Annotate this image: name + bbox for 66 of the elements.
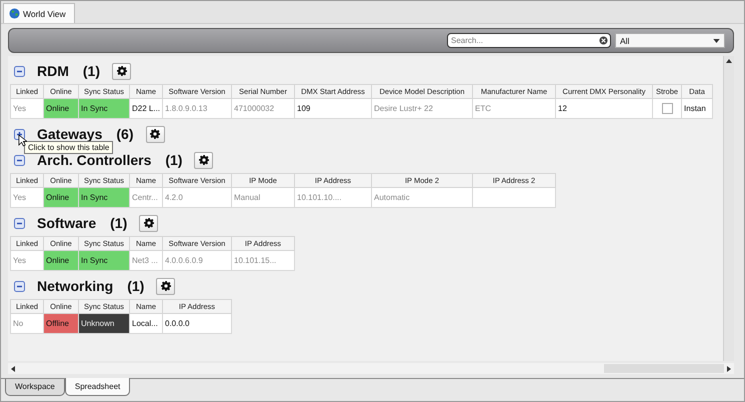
gear-icon	[150, 129, 160, 139]
filter-dropdown[interactable]: All	[615, 33, 725, 48]
right-arrow-icon[interactable]	[727, 366, 731, 372]
table-cell: 109	[294, 98, 372, 118]
left-arrow-icon[interactable]	[11, 366, 15, 372]
table-cell: 471000032	[232, 98, 295, 118]
up-arrow-icon[interactable]	[726, 59, 732, 63]
globe-icon	[9, 8, 20, 19]
checkbox[interactable]	[662, 103, 673, 114]
table-cell: Online	[44, 188, 78, 208]
table-cell: Online	[44, 98, 78, 118]
collapse-button[interactable]	[14, 280, 25, 292]
table-cell: Online	[44, 250, 78, 270]
section-count: (1)	[82, 63, 100, 79]
table-cell: Local...	[130, 314, 162, 334]
table-cell: In Sync	[78, 98, 130, 118]
vertical-scrollbar[interactable]	[723, 56, 734, 361]
search-field[interactable]: Search...	[447, 33, 611, 48]
section-title: Software	[37, 215, 96, 231]
table-cell: Instan	[682, 98, 713, 118]
table-cell: Desire Lustr+ 22	[372, 98, 473, 118]
gear-icon	[160, 281, 171, 291]
table-cell: 4.0.0.6.0.9	[162, 250, 232, 270]
table-cell: 1.8.0.9.0.13	[162, 98, 232, 118]
collapse-button[interactable]	[14, 66, 25, 76]
table-cell: Offline	[44, 314, 78, 334]
section-count: (6)	[116, 126, 134, 142]
table-cell: 4.2.0	[162, 188, 232, 208]
table-cell: In Sync	[78, 188, 130, 208]
view-tab[interactable]: World View	[3, 3, 75, 23]
section-title: Networking	[37, 278, 114, 294]
settings-button[interactable]	[156, 278, 176, 294]
table-cell: Automatic	[372, 188, 472, 208]
section-title: RDM	[37, 63, 69, 79]
settings-button[interactable]	[139, 214, 158, 232]
table-cell: 10.101.15...	[232, 250, 294, 270]
horizontal-scrollbar[interactable]	[8, 363, 734, 374]
settings-button[interactable]	[112, 62, 132, 80]
sheet-tab[interactable]: Spreadsheet	[64, 378, 130, 396]
caret-icon	[713, 38, 720, 42]
settings-button[interactable]	[146, 126, 164, 142]
table-cell: Unknown	[78, 314, 130, 334]
section-title: Gateways	[37, 126, 102, 142]
tooltip: Click to show this table	[24, 141, 114, 154]
table-cell: 0.0.0.0	[162, 314, 232, 334]
table-cell: 12	[556, 98, 653, 118]
cursor-icon	[18, 134, 27, 147]
sheet-tab[interactable]: Workspace	[5, 379, 65, 396]
clear-icon[interactable]	[599, 36, 608, 45]
section-count: (1)	[127, 278, 144, 294]
gear-icon	[116, 66, 127, 76]
settings-button[interactable]	[194, 152, 214, 168]
table-cell: Manual	[232, 188, 294, 208]
section-count: (1)	[165, 152, 182, 168]
collapse-button[interactable]	[14, 154, 25, 166]
section-count: (1)	[110, 215, 128, 231]
collapse-button[interactable]	[14, 218, 25, 228]
table-cell: Centr...	[130, 188, 162, 208]
table-cell: Net3 ...	[130, 250, 162, 270]
table-cell: D22 L...	[130, 98, 163, 118]
section-title: Arch. Controllers	[37, 152, 152, 168]
table-cell: ETC	[472, 98, 556, 118]
table-cell: In Sync	[78, 250, 130, 270]
gear-icon	[198, 155, 209, 165]
gear-icon	[144, 218, 154, 228]
table-cell: 10.101.10....	[294, 188, 372, 208]
